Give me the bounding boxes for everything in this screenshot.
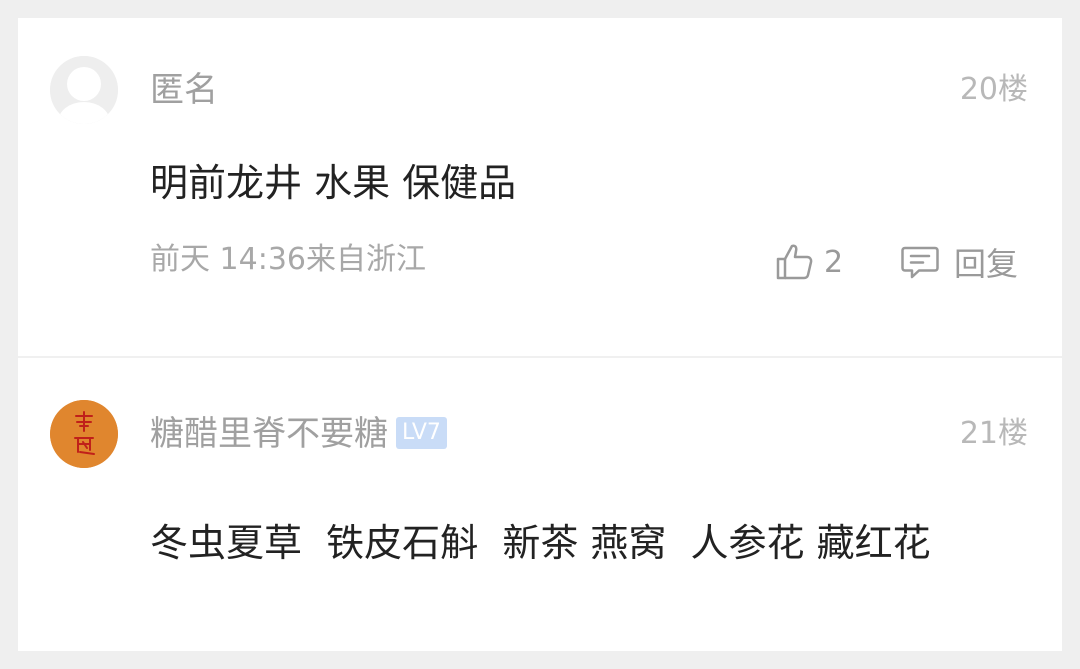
username[interactable]: 匿名 (150, 70, 218, 110)
comment-text: 冬虫夏草 铁皮石斛 新茶 燕窝 人参花 藏红花 (150, 521, 931, 565)
user-avatar[interactable] (50, 56, 118, 124)
thumbs-up-icon (776, 244, 813, 280)
reply-label: 回复 (954, 245, 1019, 283)
reply-button[interactable]: 回复 (900, 240, 1018, 284)
comment-item: 糖醋里脊不要糖 LV7 21楼 冬虫夏草 铁皮石斛 新茶 燕窝 人参花 藏红花 (18, 358, 1062, 651)
floor-number: 20楼 (959, 72, 1028, 107)
like-button[interactable]: 2 (774, 240, 843, 284)
comment-list: 匿名 20楼 明前龙井 水果 保健品 前天 14:36来自浙江 2 回复 糖醋里… (18, 18, 1062, 651)
comment-text: 明前龙井 水果 保健品 (150, 161, 517, 205)
comment-meta: 前天 14:36来自浙江 (150, 242, 426, 277)
user-avatar[interactable] (50, 400, 118, 468)
like-count: 2 (824, 244, 844, 280)
comment-bubble-icon (901, 246, 939, 279)
default-user-avatar-icon (50, 56, 118, 124)
username[interactable]: 糖醋里脊不要糖 (150, 414, 388, 454)
username-line: 糖醋里脊不要糖 LV7 (150, 414, 447, 454)
floor-number: 21楼 (959, 416, 1028, 451)
seal-stamp-avatar-icon (50, 400, 118, 468)
level-badge: LV7 (396, 416, 447, 449)
comment-item: 匿名 20楼 明前龙井 水果 保健品 前天 14:36来自浙江 2 回复 (18, 18, 1062, 356)
